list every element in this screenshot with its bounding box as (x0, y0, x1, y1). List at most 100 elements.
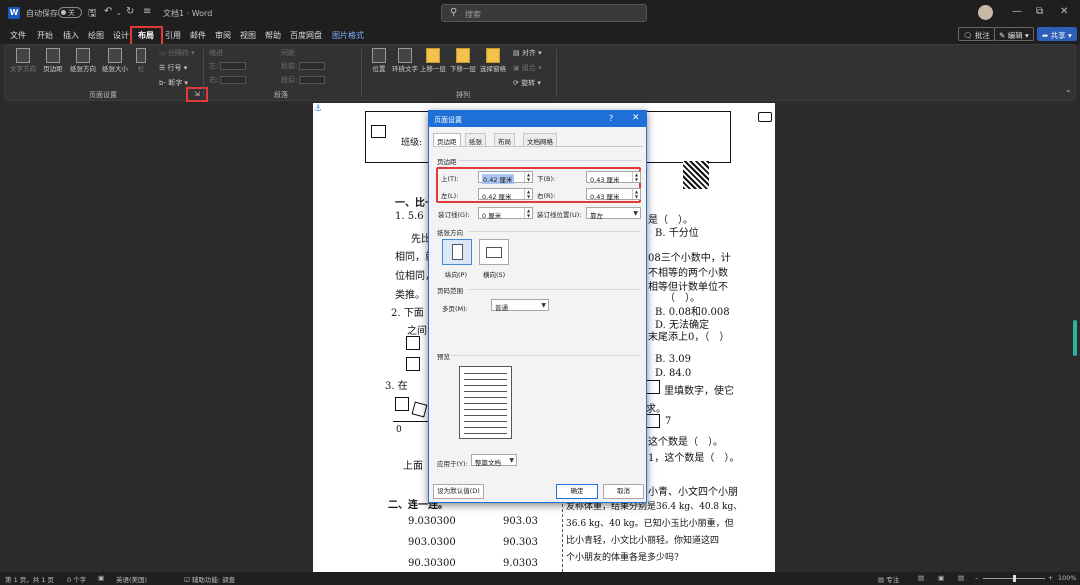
proofing-icon[interactable]: ▣ (98, 574, 104, 582)
spin-arrows-icon[interactable]: ▲ ▼ (632, 189, 640, 199)
space-before-field[interactable]: 段前: (281, 61, 326, 71)
edit-button[interactable]: ✎ 编辑 ▾ (994, 27, 1034, 41)
tab-insert[interactable]: 插入 (63, 30, 79, 41)
indent-left-spin[interactable] (220, 62, 247, 70)
autosave-toggle[interactable]: 关 (58, 7, 82, 18)
tab-review[interactable]: 审阅 (215, 30, 231, 41)
size-button[interactable]: 纸张大小 (101, 48, 129, 73)
print-layout-icon[interactable]: ▣ (938, 574, 944, 582)
read-mode-icon[interactable]: ▤ (918, 574, 924, 582)
space-before-label: 段前: (281, 62, 298, 70)
tab-layout[interactable]: 布局 (138, 30, 154, 41)
breaks-button[interactable]: ▭ 分隔符 ▾ (159, 48, 195, 58)
columns-label: 栏 (137, 65, 145, 73)
portrait-label[interactable]: 纵向(P) (445, 269, 467, 279)
undo-dropdown-icon[interactable]: ⌄ (116, 9, 122, 17)
redo-icon[interactable]: ↻ (126, 6, 134, 17)
indent-left-field[interactable]: 左: (209, 61, 247, 71)
tab-document-grid[interactable]: 文档网格 (523, 133, 557, 146)
tab-mailings[interactable]: 邮件 (190, 30, 206, 41)
restore-icon[interactable]: ⧉ (1036, 6, 1043, 17)
collapse-ribbon-icon[interactable]: ⌃ (1065, 89, 1072, 98)
tab-file[interactable]: 文件 (10, 30, 26, 41)
tab-home[interactable]: 开始 (37, 30, 53, 41)
tab-baidu-netdisk[interactable]: 百度网盘 (290, 30, 322, 41)
left-margin-input[interactable]: 0.42 厘米 ▲ ▼ (478, 188, 533, 201)
landscape-icon (486, 247, 502, 258)
multiple-pages-select[interactable]: 普通 ▼ (491, 299, 549, 312)
accessibility-status[interactable]: ☑ 辅助功能: 调查 (184, 574, 235, 584)
ok-button[interactable]: 确定 (556, 484, 598, 499)
help-icon[interactable]: ? (609, 114, 613, 123)
tab-picture-format[interactable]: 图片格式 (332, 30, 364, 41)
send-backward-button[interactable]: 下移一层 (447, 48, 479, 73)
tab-design[interactable]: 设计 (113, 30, 129, 41)
spin-arrows-icon[interactable]: ▲ ▼ (632, 172, 640, 182)
align-button[interactable]: ▤ 对齐 ▾ (513, 48, 542, 58)
undo-icon[interactable]: ↶ (104, 6, 112, 17)
doc-line: D. 84.0 (655, 368, 692, 379)
zoom-slider-handle[interactable] (1013, 575, 1016, 582)
customize-qat-icon[interactable]: ≡ (143, 6, 151, 17)
dialog-close-icon[interactable]: ✕ (632, 113, 640, 123)
indent-right-spin[interactable] (220, 76, 247, 84)
portrait-option[interactable] (442, 239, 472, 265)
selection-pane-button[interactable]: 选择窗格 (477, 48, 509, 73)
group-button[interactable]: ▣ 组合 ▾ (513, 63, 542, 73)
user-avatar[interactable] (978, 5, 993, 20)
comment-button[interactable]: 🗨 批注 (958, 27, 995, 41)
tab-margins[interactable]: 页边距 (433, 133, 461, 146)
spin-arrows-icon[interactable]: ▲ ▼ (524, 208, 532, 218)
apply-to-select[interactable]: 整篇文档 ▼ (471, 454, 517, 467)
text-direction-button[interactable]: 文字方向 (9, 48, 37, 73)
image-layout-options-icon[interactable] (758, 112, 772, 122)
page-count[interactable]: 第 1 页，共 1 页 (5, 574, 54, 584)
tab-paper[interactable]: 纸张 (465, 133, 486, 146)
bottom-margin-input[interactable]: 0.43 厘米 ▲ ▼ (586, 171, 641, 184)
tab-references[interactable]: 引用 (165, 30, 181, 41)
save-icon[interactable]: 🖫 (88, 6, 97, 23)
line-numbers-button[interactable]: ☰ 行号 ▾ (159, 63, 187, 73)
space-before-spin[interactable] (299, 62, 326, 70)
cancel-button[interactable]: 取消 (603, 484, 644, 499)
spin-arrows-icon[interactable]: ▲ ▼ (524, 189, 532, 199)
vertical-scrollbar[interactable] (1073, 320, 1077, 356)
landscape-label[interactable]: 横向(S) (483, 269, 505, 279)
indent-right-field[interactable]: 右: (209, 75, 247, 85)
share-button[interactable]: ➦ 共享 ▾ (1037, 27, 1077, 41)
space-after-field[interactable]: 段后: (281, 75, 326, 85)
margins-button[interactable]: 页边距 (39, 48, 67, 73)
close-icon[interactable]: ✕ (1060, 6, 1068, 17)
gutter-position-select[interactable]: 靠左 ▼ (586, 207, 641, 220)
space-after-spin[interactable] (299, 76, 326, 84)
rotate-button[interactable]: ⟳ 旋转 ▾ (513, 78, 541, 88)
doc-line: （ ）。 (665, 293, 700, 304)
hyphenation-button[interactable]: b‑ 断字 ▾ (159, 78, 188, 88)
zoom-level[interactable]: 100% (1058, 574, 1077, 582)
columns-button[interactable]: 栏 (131, 48, 151, 73)
focus-label: 专注 (886, 576, 900, 584)
top-margin-input[interactable]: 0.42 厘米 ▲ ▼ (478, 171, 533, 184)
tab-help[interactable]: 帮助 (265, 30, 281, 41)
tab-view[interactable]: 视图 (240, 30, 256, 41)
word-count[interactable]: 0 个字 (67, 574, 86, 584)
tab-draw[interactable]: 绘图 (88, 30, 104, 41)
bring-forward-button[interactable]: 上移一层 (417, 48, 449, 73)
wrap-text-button[interactable]: 环绕文字 (391, 48, 419, 73)
web-layout-icon[interactable]: ▤ (958, 574, 964, 582)
position-button[interactable]: 位置 (365, 48, 393, 73)
zoom-out-icon[interactable]: – (975, 574, 978, 582)
gutter-input[interactable]: 0 厘米 ▲ ▼ (478, 207, 533, 220)
tab-layout-dialog[interactable]: 布局 (494, 133, 515, 146)
orientation-button[interactable]: 纸张方向 (69, 48, 97, 73)
focus-button[interactable]: ▤ 专注 (878, 574, 899, 584)
dialog-title-bar[interactable]: 页面设置 ? ✕ (429, 111, 646, 127)
set-default-button[interactable]: 设为默认值(D) (433, 484, 484, 499)
search-input[interactable]: ⚲ 搜索 (441, 4, 647, 22)
language[interactable]: 英语(美国) (116, 574, 147, 584)
right-margin-input[interactable]: 0.43 厘米 ▲ ▼ (586, 188, 641, 201)
minimize-icon[interactable]: — (1012, 6, 1022, 17)
zoom-in-icon[interactable]: + (1048, 574, 1053, 582)
landscape-option[interactable] (479, 239, 509, 265)
spin-arrows-icon[interactable]: ▲ ▼ (524, 172, 532, 182)
